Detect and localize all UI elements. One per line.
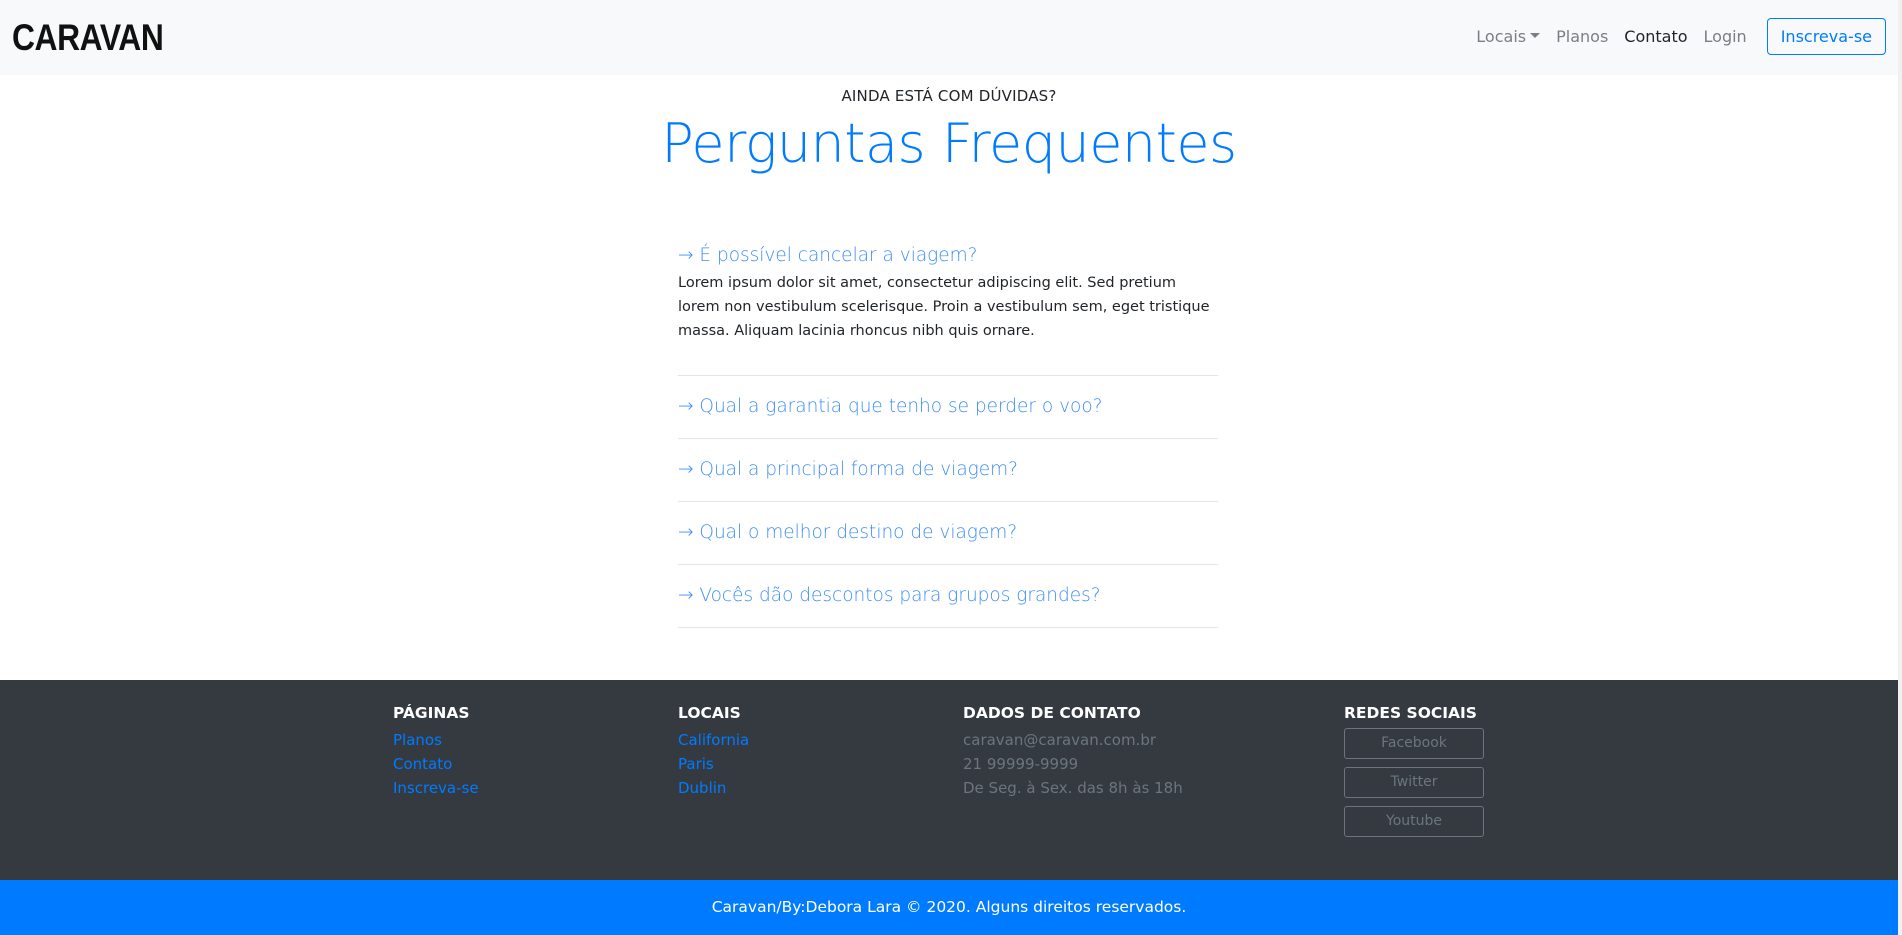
footer-link-dublin[interactable]: Dublin bbox=[678, 776, 749, 800]
caret-down-icon bbox=[1530, 33, 1541, 38]
footer-col-contato: DADOS DE CONTATO caravan@caravan.com.br … bbox=[963, 704, 1183, 800]
youtube-button[interactable]: Youtube bbox=[1344, 806, 1484, 837]
footer-col-locais: LOCAIS California Paris Dublin bbox=[678, 704, 749, 800]
main-nav: Locais Planos Contato Login Inscreva-se bbox=[1468, 18, 1886, 55]
footer-link-contato[interactable]: Contato bbox=[393, 752, 479, 776]
faq-item: → Vocês dão descontos para grupos grande… bbox=[678, 565, 1218, 628]
footer: PÁGINAS Planos Contato Inscreva-se LOCAI… bbox=[0, 680, 1898, 880]
faq-question[interactable]: → Qual o melhor destino de viagem? bbox=[678, 518, 1218, 548]
faq-list: → É possível cancelar a viagem? Lorem ip… bbox=[678, 238, 1218, 628]
faq-item: → Qual a principal forma de viagem? bbox=[678, 439, 1218, 502]
brand-logo[interactable]: CARAVAN bbox=[12, 17, 164, 59]
faq-answer: Lorem ipsum dolor sit amet, consectetur … bbox=[678, 275, 1210, 339]
nav-locais-dropdown[interactable]: Locais bbox=[1468, 18, 1548, 55]
copyright-bar: Caravan/By:Debora Lara © 2020. Alguns di… bbox=[0, 880, 1898, 935]
footer-heading-contato: DADOS DE CONTATO bbox=[963, 704, 1141, 722]
footer-heading-locais: LOCAIS bbox=[678, 704, 741, 722]
faq-question[interactable]: → Qual a garantia que tenho se perder o … bbox=[678, 392, 1218, 422]
footer-col-paginas: PÁGINAS Planos Contato Inscreva-se bbox=[393, 704, 479, 800]
contact-email: caravan@caravan.com.br bbox=[963, 731, 1157, 749]
nav-login[interactable]: Login bbox=[1696, 18, 1755, 55]
twitter-button[interactable]: Twitter bbox=[1344, 767, 1484, 798]
contact-phone: 21 99999-9999 bbox=[963, 755, 1079, 773]
footer-link-inscreva-se[interactable]: Inscreva-se bbox=[393, 776, 479, 800]
nav-planos[interactable]: Planos bbox=[1548, 18, 1616, 55]
faq-item: → Qual a garantia que tenho se perder o … bbox=[678, 376, 1218, 439]
footer-link-planos[interactable]: Planos bbox=[393, 728, 479, 752]
facebook-button[interactable]: Facebook bbox=[1344, 728, 1484, 759]
signup-button[interactable]: Inscreva-se bbox=[1766, 18, 1886, 55]
navbar: CARAVAN Locais Planos Contato Login Insc… bbox=[0, 0, 1902, 75]
contact-hours: De Seg. à Sex. das 8h às 18h bbox=[963, 779, 1183, 797]
footer-link-paris[interactable]: Paris bbox=[678, 752, 749, 776]
footer-col-social: REDES SOCIAIS Facebook Twitter Youtube bbox=[1344, 704, 1484, 845]
faq-title: Perguntas Frequentes bbox=[661, 112, 1237, 175]
nav-contato[interactable]: Contato bbox=[1616, 18, 1695, 55]
faq-eyebrow: AINDA ESTÁ COM DÚVIDAS? bbox=[841, 87, 1057, 105]
faq-question[interactable]: → Vocês dão descontos para grupos grande… bbox=[678, 581, 1218, 611]
footer-heading-paginas: PÁGINAS bbox=[393, 704, 470, 722]
nav-locais-label: Locais bbox=[1476, 27, 1527, 46]
faq-item: → É possível cancelar a viagem? Lorem ip… bbox=[678, 238, 1218, 376]
footer-heading-social: REDES SOCIAIS bbox=[1344, 704, 1477, 722]
faq-item: → Qual o melhor destino de viagem? bbox=[678, 502, 1218, 565]
footer-link-california[interactable]: California bbox=[678, 728, 749, 752]
page-scrollbar[interactable] bbox=[1898, 0, 1902, 935]
faq-question[interactable]: → É possível cancelar a viagem? bbox=[678, 241, 1218, 271]
faq-question[interactable]: → Qual a principal forma de viagem? bbox=[678, 455, 1218, 485]
